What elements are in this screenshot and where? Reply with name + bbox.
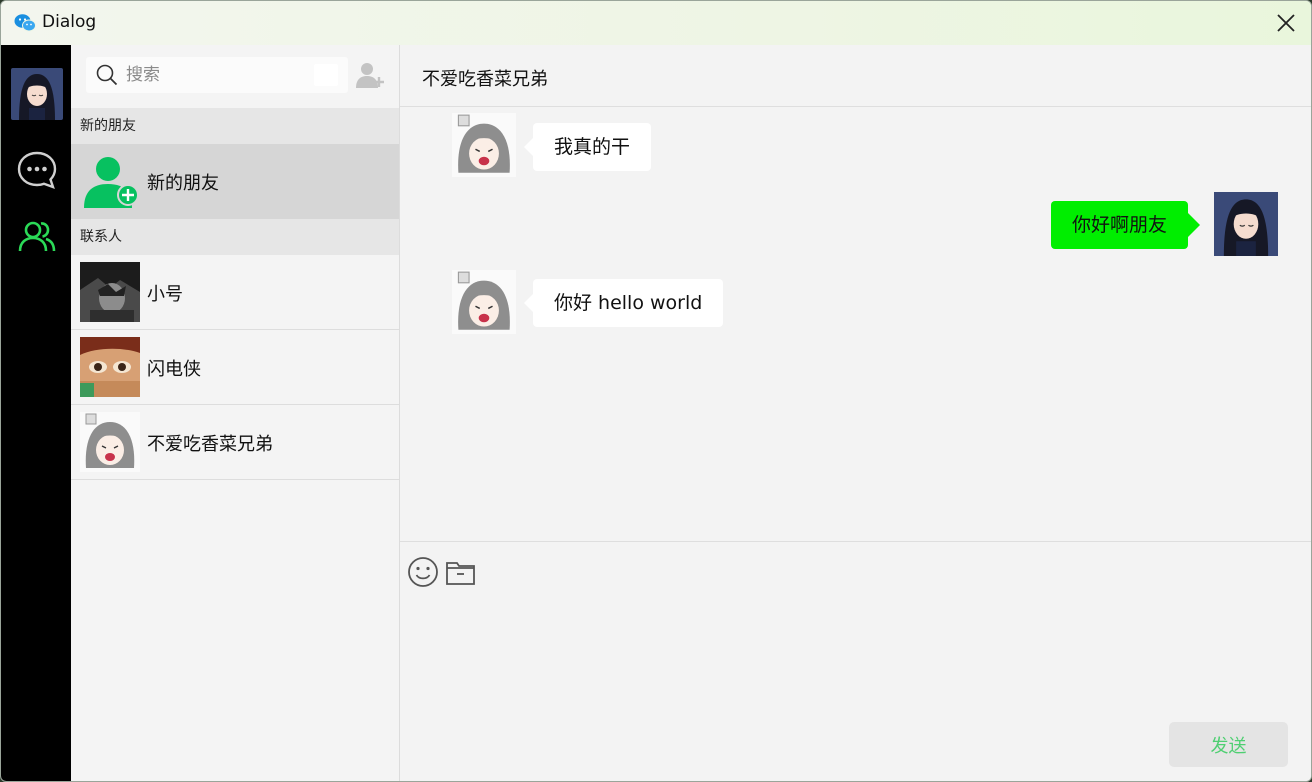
- composer: 发送: [400, 541, 1311, 781]
- contact-avatar: [80, 337, 140, 397]
- chat-panel: 不爱吃香菜兄弟 我真的干 你好啊朋友 你好 hello world 发送: [400, 45, 1311, 781]
- message-avatar: [1214, 192, 1278, 256]
- contacts-section-header: 联系人: [71, 219, 399, 255]
- close-icon: [1277, 14, 1295, 32]
- search-box: [86, 57, 348, 93]
- message-input[interactable]: [408, 598, 1303, 708]
- new-friend-label: 新的朋友: [147, 173, 219, 194]
- nav-contacts-button[interactable]: [17, 217, 57, 257]
- message-bubble: 你好啊朋友: [1050, 201, 1201, 249]
- send-button[interactable]: 发送: [1169, 722, 1288, 767]
- search-icon: [96, 64, 118, 86]
- contact-avatar: [80, 262, 140, 322]
- message-avatar: [452, 270, 516, 334]
- folder-icon: [446, 562, 475, 585]
- search-clear-area[interactable]: [314, 64, 338, 86]
- contacts-icon: [18, 221, 56, 252]
- contact-avatar: [80, 412, 140, 472]
- contact-item[interactable]: 闪电侠: [71, 330, 399, 405]
- contact-name: 小号: [147, 284, 183, 305]
- user-avatar[interactable]: [11, 68, 63, 120]
- message-avatar: [452, 113, 516, 177]
- chat-bubble-icon: [17, 151, 57, 189]
- emoji-icon: [408, 557, 438, 587]
- dialog-window: Dialog 搜索 新的朋友 新的朋友 联系人 小号 闪电侠 不爱吃香菜兄弟 不…: [0, 0, 1312, 782]
- window-title: Dialog: [42, 12, 97, 32]
- title-bar: Dialog: [1, 1, 1311, 45]
- contact-name: 闪电侠: [147, 359, 201, 380]
- emoji-button[interactable]: [407, 556, 439, 588]
- message-list: 我真的干 你好啊朋友 你好 hello world: [400, 107, 1311, 541]
- message-bubble: 我真的干: [523, 123, 652, 171]
- contact-item[interactable]: 小号: [71, 255, 399, 330]
- close-button[interactable]: [1271, 9, 1301, 37]
- contact-item[interactable]: 不爱吃香菜兄弟: [71, 405, 399, 480]
- nav-bar: [1, 45, 71, 781]
- chat-title: 不爱吃香菜兄弟: [422, 69, 548, 90]
- nav-chat-button[interactable]: [17, 150, 57, 190]
- new-friend-item[interactable]: 新的朋友: [71, 144, 399, 219]
- contact-name: 不爱吃香菜兄弟: [147, 434, 273, 455]
- add-friend-icon: [84, 157, 139, 208]
- search-input[interactable]: [126, 61, 306, 89]
- message-bubble: 你好 hello world: [523, 279, 724, 327]
- chat-header: 不爱吃香菜兄弟: [400, 45, 1311, 107]
- file-button[interactable]: [445, 556, 477, 588]
- contacts-panel: 新的朋友 新的朋友 联系人 小号: [71, 45, 400, 781]
- add-contact-button[interactable]: [354, 59, 386, 91]
- avatar-image: [11, 68, 63, 120]
- wechat-logo-icon: [14, 14, 36, 32]
- add-contact-icon: [356, 63, 384, 88]
- new-friends-section-header: 新的朋友: [71, 108, 399, 144]
